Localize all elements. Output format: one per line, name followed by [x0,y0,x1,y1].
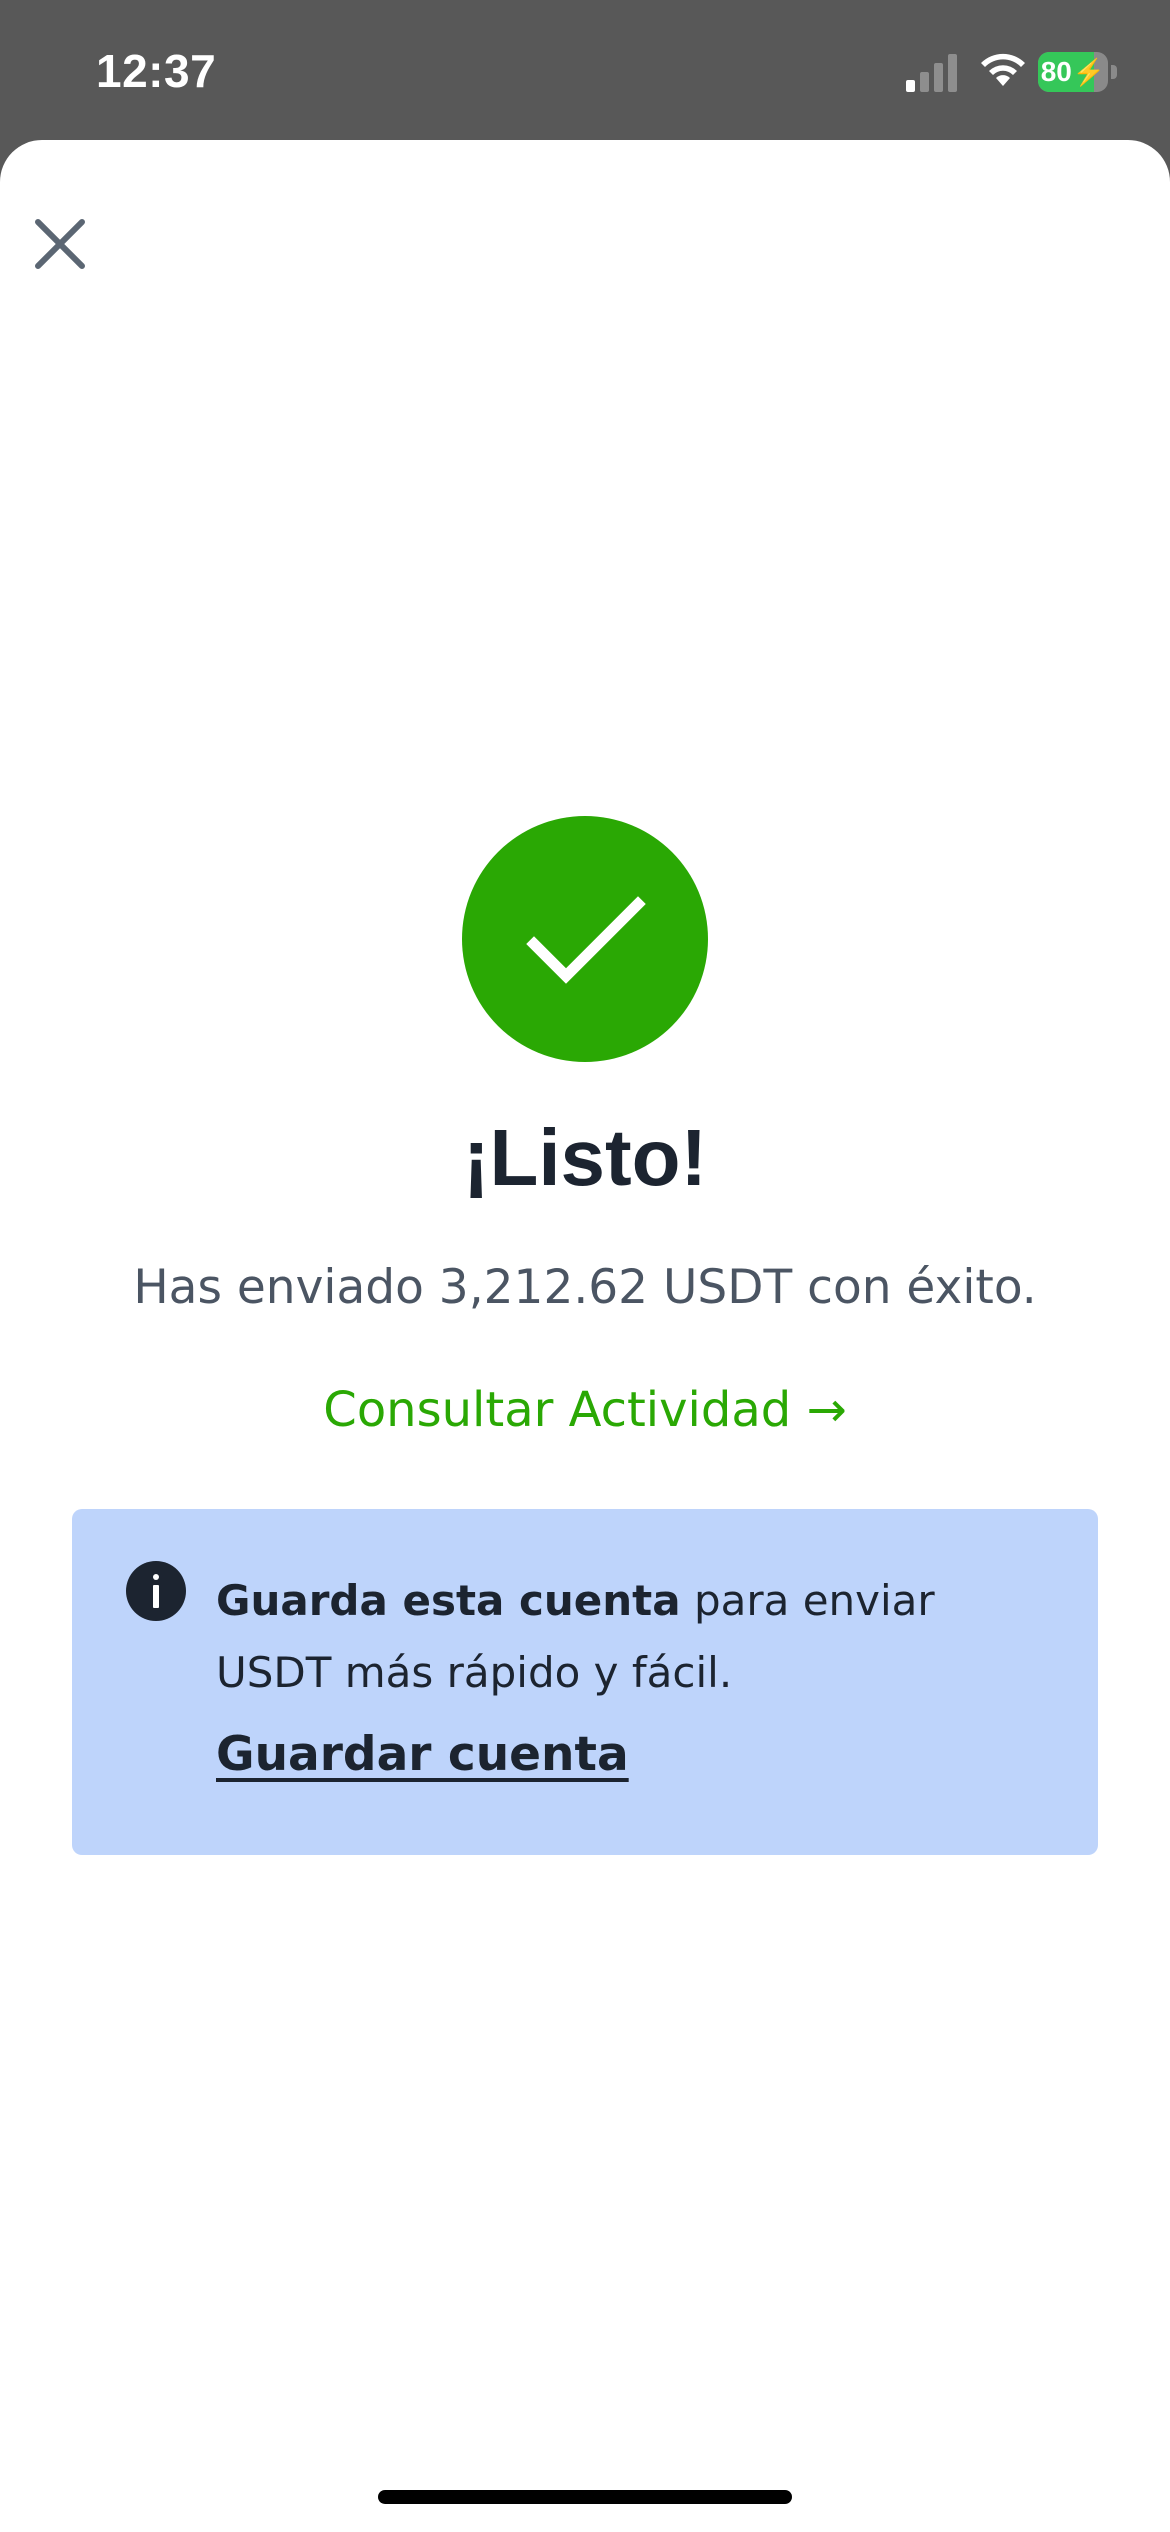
close-button[interactable] [24,208,96,280]
battery-cap [1111,65,1117,79]
view-activity-link[interactable]: Consultar Actividad → [0,1382,1170,1438]
save-account-emphasis: Guarda esta cuenta [216,1576,681,1625]
success-message: Has enviado 3,212.62 USDT con éxito. [133,1260,1037,1315]
modal-sheet [0,140,1170,2532]
success-title: ¡Listo! [462,1113,708,1202]
success-badge [462,816,708,1062]
signal-icon [906,54,957,92]
charging-bolt-icon: ⚡ [1072,56,1106,87]
status-bar: 12:37 80 ⚡ [0,0,1170,140]
battery-percent: 80 [1040,56,1072,87]
checkmark-icon [526,896,646,984]
battery-body: 80 ⚡ [1038,52,1108,92]
info-icon [126,1561,186,1621]
wifi-icon [981,53,1025,86]
save-account-message: Guarda esta cuenta para enviar USDT más … [216,1565,1036,1709]
save-account-link[interactable]: Guardar cuenta [216,1727,629,1782]
battery-indicator: 80 ⚡ [1038,52,1118,92]
save-account-card: Guarda esta cuenta para enviar USDT más … [72,1509,1098,1855]
home-indicator[interactable] [378,2490,792,2504]
status-time: 12:37 [96,45,217,97]
close-icon [35,219,85,269]
